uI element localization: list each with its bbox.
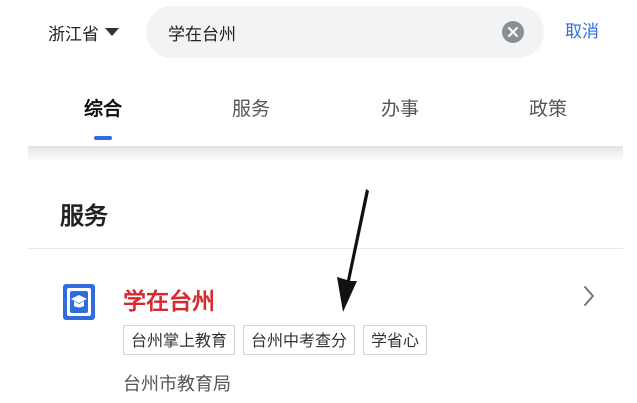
active-tab-indicator (94, 136, 112, 140)
search-results-page: 浙江省 取消 综合 服务 办事 政策 服务 (0, 0, 637, 403)
service-publisher: 台州市教育局 (123, 374, 231, 395)
service-name[interactable]: 学在台州 (123, 282, 215, 316)
search-input[interactable] (168, 19, 488, 45)
search-header: 浙江省 取消 (0, 0, 637, 64)
section-divider (28, 248, 623, 249)
clear-icon[interactable] (502, 21, 524, 43)
tabs-shadow-divider (28, 146, 623, 162)
tab-services[interactable]: 服务 (211, 94, 291, 121)
province-label: 浙江省 (48, 24, 99, 45)
service-tag: 台州中考查分 (243, 325, 356, 355)
province-selector[interactable]: 浙江省 (48, 18, 119, 46)
service-tags: 台州掌上教育 台州中考查分 学省心 (123, 325, 435, 355)
tab-all[interactable]: 综合 (63, 94, 143, 121)
service-tag: 学省心 (363, 325, 428, 355)
caret-down-icon (105, 28, 119, 36)
service-tag: 台州掌上教育 (123, 325, 236, 355)
chevron-right-icon[interactable] (581, 284, 597, 312)
section-title: 服务 (60, 202, 108, 230)
service-list-item[interactable]: 学在台州 台州掌上教育 台州中考查分 学省心 台州市教育局 (28, 250, 623, 403)
search-box[interactable] (146, 6, 544, 58)
tab-policy[interactable]: 政策 (508, 94, 588, 121)
cancel-button[interactable]: 取消 (565, 18, 599, 46)
tab-affairs[interactable]: 办事 (360, 94, 440, 121)
graduation-cap-icon (62, 283, 96, 321)
result-tabs: 综合 服务 办事 政策 (0, 84, 637, 144)
